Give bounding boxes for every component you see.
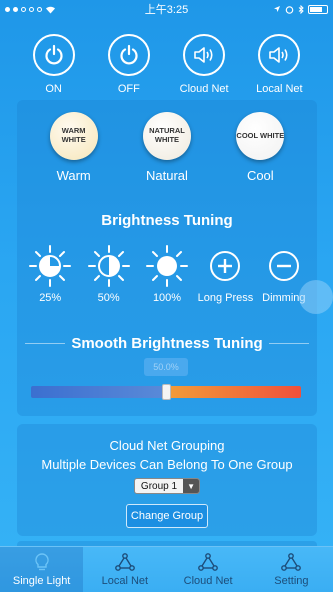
natural-white-button[interactable]: NATURAL WHITE — [142, 112, 191, 160]
off-button[interactable]: OFF — [99, 34, 159, 95]
local-net-button[interactable]: Local Net — [249, 34, 309, 95]
sun-full-icon[interactable] — [138, 244, 196, 288]
off-label: OFF — [117, 83, 140, 95]
cloud-net-button[interactable]: Cloud Net — [174, 34, 234, 95]
tab-single-light[interactable]: Single Light — [0, 547, 84, 592]
warm-white-button[interactable]: WARM WHITE — [49, 112, 98, 160]
divider — [268, 343, 309, 344]
tab-label: Local Net — [101, 575, 149, 587]
group-select-value: Group 1 — [140, 480, 178, 492]
group-select[interactable]: Group 1 ▼ — [133, 478, 201, 494]
brightness-50-button[interactable]: 50% — [79, 244, 137, 304]
group-panel: Cloud Net Grouping Multiple Devices Can … — [17, 424, 317, 536]
power-icon[interactable] — [32, 34, 75, 76]
smooth-title-row: Smooth Brightness Tuning — [17, 335, 317, 352]
tab-local-net[interactable]: Local Net — [83, 547, 166, 592]
long-press-button[interactable]: Long Press — [196, 244, 254, 304]
speaker-icon[interactable] — [183, 34, 226, 76]
tab-label: Setting — [274, 575, 309, 587]
brightness-slider[interactable]: 50.0% — [31, 358, 301, 400]
sun-half-icon[interactable] — [79, 244, 137, 288]
brightness-50-label: 50% — [97, 292, 120, 304]
white-presets: WARM WHITE Warm NATURAL WHITE Natural CO… — [17, 112, 317, 183]
tab-cloud-net[interactable]: Cloud Net — [167, 547, 250, 592]
brightness-buttons: 25% 50% 100% Long Press Dimming — [17, 244, 317, 304]
slider-value-tooltip: 50.0% — [144, 358, 188, 376]
network-icon — [250, 552, 333, 572]
brightness-title: Brightness Tuning — [101, 212, 233, 229]
change-group-button[interactable]: Change Group — [126, 504, 208, 528]
speaker-icon[interactable] — [258, 34, 301, 76]
on-label: ON — [45, 83, 62, 95]
top-controls: ON OFF Cloud Net Local Net — [0, 34, 333, 95]
warm-white-preset[interactable]: WARM WHITE Warm — [34, 112, 114, 183]
local-net-label: Local Net — [256, 83, 303, 95]
touch-indicator — [299, 280, 333, 314]
divider — [25, 343, 66, 344]
bulb-icon — [0, 552, 83, 572]
group-subtitle: Multiple Devices Can Belong To One Group — [41, 457, 293, 472]
cool-white-button[interactable]: COOL WHITE — [236, 112, 285, 160]
brightness-100-label: 100% — [152, 292, 182, 304]
tab-label: Single Light — [12, 575, 71, 587]
tab-bar: Single Light Local Net Cloud Net Setting — [0, 546, 333, 592]
status-bar: 上午3:25 — [0, 0, 333, 18]
cloud-net-label: Cloud Net — [179, 83, 229, 95]
on-button[interactable]: ON — [24, 34, 84, 95]
light-control-panel: WARM WHITE Warm NATURAL WHITE Natural CO… — [17, 100, 317, 416]
natural-label: Natural — [146, 168, 188, 183]
brightness-100-button[interactable]: 100% — [138, 244, 196, 304]
cool-white-preset[interactable]: COOL WHITE Cool — [220, 112, 300, 183]
long-press-label: Long Press — [197, 292, 254, 304]
tab-label: Cloud Net — [183, 575, 233, 587]
tab-setting[interactable]: Setting — [250, 547, 333, 592]
warm-label: Warm — [56, 168, 91, 183]
brightness-25-label: 25% — [39, 292, 62, 304]
status-time: 上午3:25 — [144, 4, 189, 16]
battery-icon — [308, 4, 328, 14]
group-title: Cloud Net Grouping — [109, 438, 225, 453]
sun-quarter-icon[interactable] — [21, 244, 79, 288]
power-icon[interactable] — [107, 34, 150, 76]
plus-circle-icon[interactable] — [196, 244, 254, 288]
chevron-down-icon[interactable]: ▼ — [183, 479, 200, 493]
network-icon — [83, 552, 166, 572]
brightness-25-button[interactable]: 25% — [21, 244, 79, 304]
minus-circle-icon[interactable] — [255, 244, 313, 288]
cool-label: Cool — [246, 168, 274, 183]
natural-white-preset[interactable]: NATURAL WHITE Natural — [127, 112, 207, 183]
network-icon — [167, 552, 250, 572]
smooth-brightness-title: Smooth Brightness Tuning — [71, 335, 263, 352]
slider-thumb[interactable] — [162, 384, 171, 400]
